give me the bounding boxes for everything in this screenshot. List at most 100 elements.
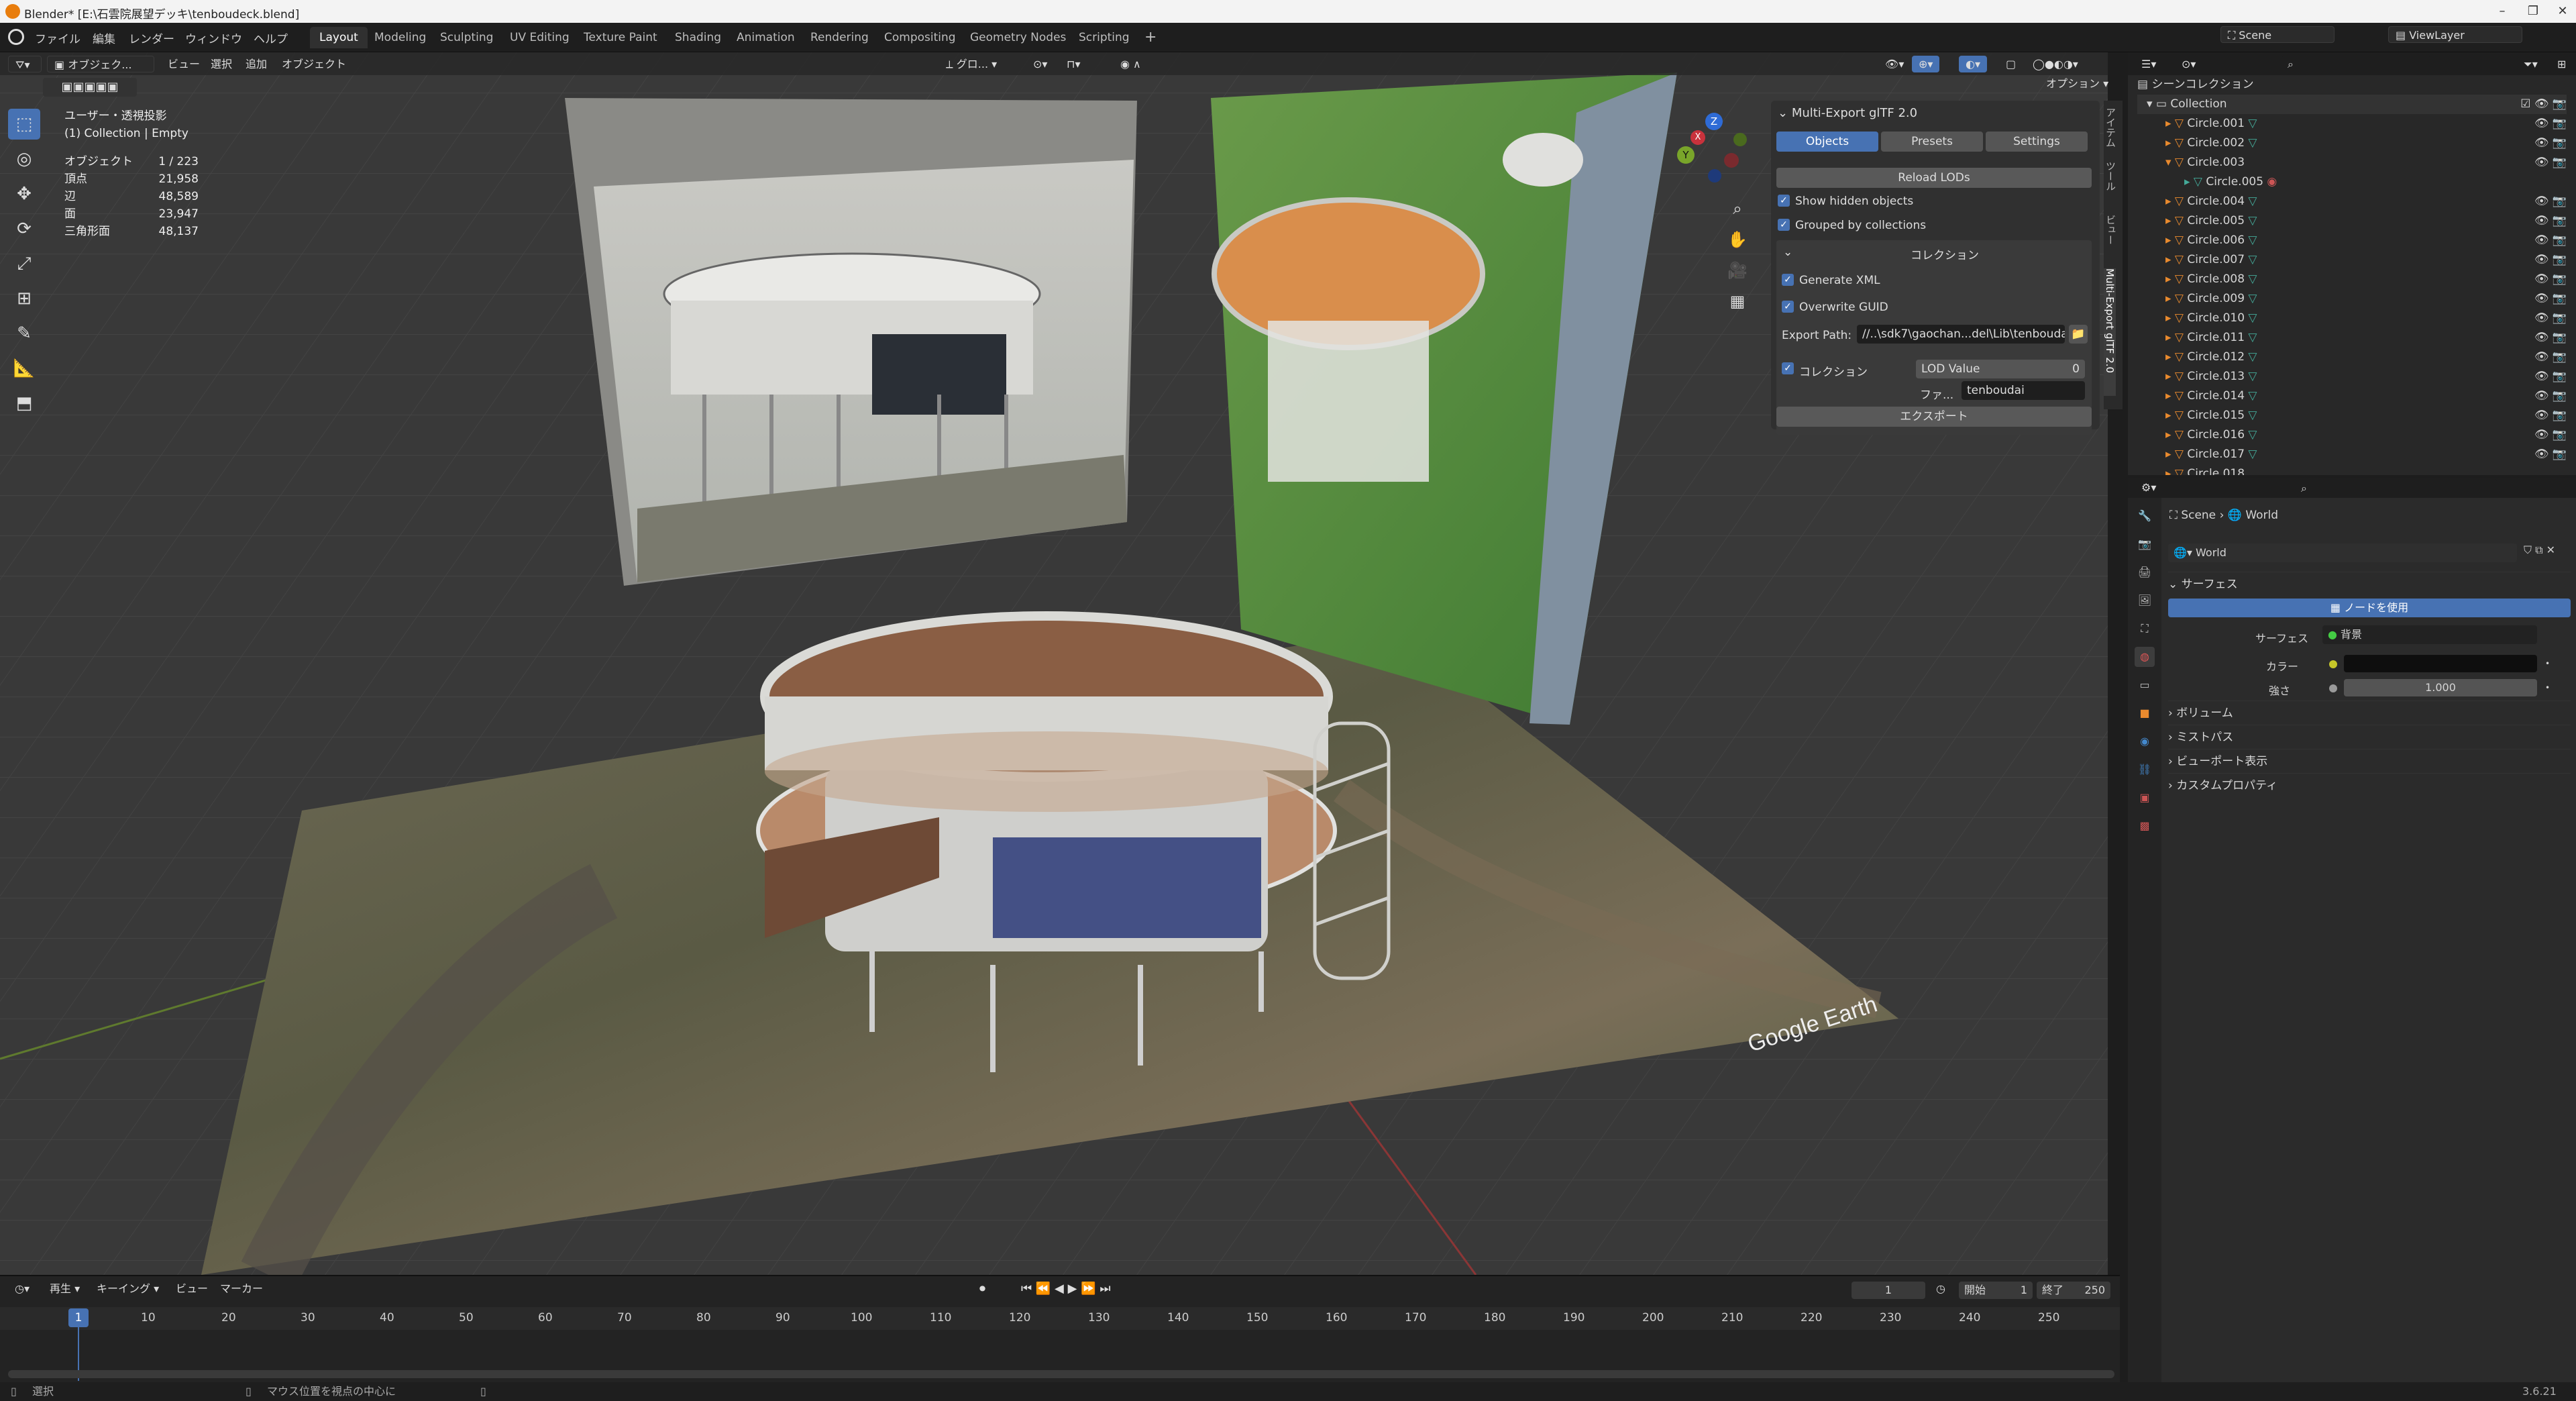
- menu-render[interactable]: レンダー: [129, 30, 174, 46]
- tab-modeling[interactable]: Modeling: [365, 27, 435, 48]
- xray-icon[interactable]: ▢: [1999, 56, 2023, 72]
- outliner-item[interactable]: ▸ ▽ Circle.001 ▽ 👁 📷: [2137, 114, 2567, 134]
- addon-title[interactable]: ⌄ Multi-Export glTF 2.0: [1778, 106, 1917, 120]
- maximize-icon[interactable]: ❐: [2524, 3, 2542, 20]
- visibility-icon[interactable]: 👁▾: [1878, 56, 1911, 72]
- menu-window[interactable]: ウィンドウ: [185, 30, 242, 46]
- outliner-item[interactable]: ▸ ▽ Circle.009 ▽ 👁 📷: [2137, 289, 2567, 309]
- collection-tab-icon[interactable]: ▭: [2135, 675, 2155, 695]
- timeline-menu-keying[interactable]: キーイング ▾: [90, 1280, 166, 1297]
- add-workspace-icon[interactable]: +: [1135, 27, 1166, 48]
- tab-settings[interactable]: Settings: [1986, 132, 2088, 152]
- outliner-item[interactable]: ▸ ▽ Circle.016 ▽ 👁 📷: [2137, 425, 2567, 445]
- visibility-toggle-icons[interactable]: 👁 📷: [2534, 309, 2567, 328]
- output-tab-icon[interactable]: 🖨: [2135, 562, 2155, 582]
- surface-shader-field[interactable]: ● 背景: [2322, 625, 2537, 644]
- tab-scripting[interactable]: Scripting: [1069, 27, 1139, 48]
- sidebar-tab-view[interactable]: ビュー: [2104, 215, 2118, 262]
- visibility-toggle-icons[interactable]: 👁 📷: [2534, 114, 2567, 134]
- file-name-field[interactable]: tenboudai: [1962, 381, 2085, 400]
- outliner-item[interactable]: ▸ ▽ Circle.004 ▽ 👁 📷: [2137, 192, 2567, 211]
- overlay-toggle-icon[interactable]: ◐▾: [1959, 56, 1987, 72]
- visibility-toggle-icons[interactable]: 👁 📷: [2534, 425, 2567, 445]
- tab-uv-editing[interactable]: UV Editing: [500, 27, 579, 48]
- custom-properties-section[interactable]: › カスタムプロパティ: [2168, 773, 2571, 797]
- timeline-menu-playback[interactable]: 再生 ▾: [43, 1280, 87, 1297]
- record-icon[interactable]: ⏺: [973, 1280, 992, 1297]
- world-datablock[interactable]: 🌐▾ World: [2168, 543, 2517, 562]
- folder-browse-icon[interactable]: 📁: [2069, 325, 2088, 344]
- menu-view[interactable]: ビュー: [161, 56, 207, 72]
- shading-modes-icon[interactable]: ◯●◐◑▾: [2026, 56, 2085, 72]
- blender-menu-icon[interactable]: [8, 29, 24, 45]
- transform-icon[interactable]: ⊞: [8, 283, 40, 314]
- data-tab-icon[interactable]: ▣: [2135, 788, 2155, 808]
- mist-section[interactable]: › ミストパス: [2168, 725, 2571, 749]
- tab-geometry-nodes[interactable]: Geometry Nodes: [961, 27, 1075, 48]
- outliner-item[interactable]: ▸ ▽ Circle.007 ▽ 👁 📷: [2137, 250, 2567, 270]
- collection-checkbox[interactable]: ✓: [1782, 362, 1794, 374]
- tab-rendering[interactable]: Rendering: [801, 27, 878, 48]
- pivot-point-icon[interactable]: ⊙▾: [1026, 56, 1054, 72]
- timeline-editor-icon[interactable]: ◷▾: [8, 1280, 36, 1297]
- gizmo-toggle-icon[interactable]: ⊕▾: [1912, 56, 1940, 72]
- outliner-root[interactable]: ▤ シーンコレクション: [2137, 75, 2567, 95]
- object-tab-icon[interactable]: ■: [2135, 703, 2155, 723]
- ortho-grid-icon[interactable]: ▦: [1724, 286, 1751, 317]
- menu-edit[interactable]: 編集: [93, 30, 115, 46]
- outliner-item[interactable]: ▸ ▽ Circle.018: [2137, 464, 2567, 475]
- tab-texture-paint[interactable]: Texture Paint: [574, 27, 667, 48]
- collection-subpanel-header[interactable]: ⌄: [1783, 246, 1792, 259]
- visibility-toggle-icons[interactable]: ☑ 👁 📷: [2520, 95, 2567, 114]
- menu-help[interactable]: ヘルプ: [254, 30, 288, 46]
- close-icon[interactable]: ✕: [2553, 3, 2572, 20]
- visibility-toggle-icons[interactable]: 👁 📷: [2534, 250, 2567, 270]
- outliner-item[interactable]: ▸ ▽ Circle.006 ▽ 👁 📷: [2137, 231, 2567, 250]
- tab-objects[interactable]: Objects: [1776, 132, 1878, 152]
- gizmo-neg-x-icon[interactable]: [1724, 153, 1739, 168]
- visibility-toggle-icons[interactable]: 👁 📷: [2534, 367, 2567, 386]
- visibility-toggle-icons[interactable]: 👁 📷: [2534, 192, 2567, 211]
- editor-type-icon[interactable]: ⛛▾: [8, 56, 42, 72]
- transform-orientation-dropdown[interactable]: ⟂ グロ... ▾: [939, 56, 1004, 72]
- menu-add[interactable]: 追加: [239, 56, 274, 72]
- outliner-editor-icon[interactable]: ☰▾: [2135, 56, 2163, 72]
- visibility-toggle-icons[interactable]: 👁 📷: [2534, 134, 2567, 153]
- gizmo-y-axis-icon[interactable]: Y: [1677, 146, 1695, 164]
- start-frame-field[interactable]: 開始 1: [1959, 1282, 2033, 1299]
- outliner-item[interactable]: ▸ ▽ Circle.014 ▽ 👁 📷: [2137, 386, 2567, 406]
- tab-layout[interactable]: Layout: [310, 27, 368, 48]
- overwrite-guid-checkbox[interactable]: ✓: [1782, 301, 1794, 313]
- visibility-toggle-icons[interactable]: 👁 📷: [2534, 270, 2567, 289]
- outliner-item[interactable]: ▸ ▽ Circle.008 ▽ 👁 📷: [2137, 270, 2567, 289]
- select-box-icon[interactable]: ⬚: [8, 109, 40, 140]
- lod-value-field[interactable]: LOD Value 0: [1916, 360, 2085, 378]
- cursor-icon[interactable]: ◎: [8, 144, 40, 174]
- visibility-toggle-icons[interactable]: 👁 📷: [2534, 211, 2567, 231]
- options-dropdown[interactable]: オプション ▾: [2039, 75, 2115, 92]
- breadcrumb-scene[interactable]: Scene: [2181, 509, 2216, 522]
- move-icon[interactable]: ✥: [8, 178, 40, 209]
- keyframe-dot-icon[interactable]: •: [2545, 683, 2550, 692]
- outliner-item[interactable]: ▾ ▽ Circle.003 👁 📷: [2137, 153, 2567, 172]
- new-collection-icon[interactable]: ⊞: [2551, 56, 2573, 72]
- select-mode-icons[interactable]: ▣▣▣▣▣: [43, 78, 137, 97]
- constraints-tab-icon[interactable]: ⛓: [2135, 760, 2155, 780]
- measure-icon[interactable]: 📐: [8, 353, 40, 384]
- gizmo-x-axis-icon[interactable]: X: [1690, 130, 1705, 145]
- zoom-icon[interactable]: ⌕: [1724, 193, 1751, 224]
- generate-xml-checkbox[interactable]: ✓: [1782, 274, 1794, 286]
- visibility-toggle-icons[interactable]: 👁 📷: [2534, 153, 2567, 172]
- proportional-edit-icon[interactable]: ◉ ∧: [1114, 56, 1148, 72]
- outliner-collection[interactable]: ▾ ▭ Collection ☑ 👁 📷: [2137, 95, 2567, 114]
- scale-icon[interactable]: ⤢: [8, 248, 40, 279]
- volume-section[interactable]: › ボリューム: [2168, 701, 2571, 725]
- viewport-display-section[interactable]: › ビューポート表示: [2168, 749, 2571, 773]
- tab-compositing[interactable]: Compositing: [875, 27, 965, 48]
- rotate-icon[interactable]: ⟳: [8, 213, 40, 244]
- timeline-menu-view[interactable]: ビュー: [169, 1280, 215, 1297]
- visibility-toggle-icons[interactable]: 👁 📷: [2534, 406, 2567, 425]
- outliner-item[interactable]: ▸ ▽ Circle.017 ▽ 👁 📷: [2137, 445, 2567, 464]
- sidebar-tab-item[interactable]: アイテム: [2104, 107, 2118, 154]
- datablock-actions-icons[interactable]: ⛉ ⧉ ✕: [2524, 543, 2569, 562]
